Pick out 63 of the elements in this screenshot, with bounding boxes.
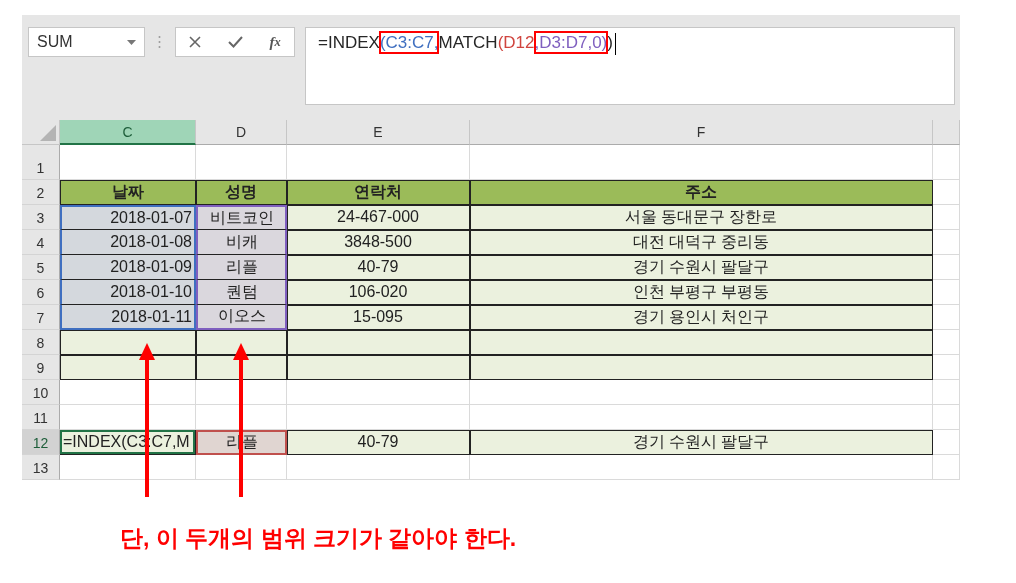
table-cell[interactable]: 2018-01-10 — [60, 280, 196, 305]
table-cell[interactable]: 날짜 — [60, 180, 196, 205]
caret-icon — [127, 39, 136, 45]
column-header[interactable]: E — [287, 120, 470, 145]
grip-icon — [158, 35, 161, 49]
table-cell[interactable]: 주소 — [470, 180, 933, 205]
table-cell[interactable]: 2018-01-11 — [60, 305, 196, 330]
table-cell[interactable]: 15-095 — [287, 305, 470, 330]
table-cell[interactable]: 경기 수원시 팔달구 — [470, 430, 933, 455]
table-cell[interactable] — [287, 330, 470, 355]
column-header[interactable] — [933, 120, 960, 145]
table-cell[interactable]: 24-467-000 — [287, 205, 470, 230]
row-header[interactable]: 4 — [22, 230, 60, 255]
table-cell[interactable]: 비트코인 — [196, 205, 287, 230]
table-cell[interactable]: 106-020 — [287, 280, 470, 305]
column-header[interactable]: D — [196, 120, 287, 145]
table-cell[interactable] — [287, 355, 470, 380]
table-cell[interactable]: 2018-01-08 — [60, 230, 196, 255]
row-header[interactable]: 7 — [22, 305, 60, 330]
row-header[interactable]: 10 — [22, 380, 60, 405]
table-cell[interactable]: 2018-01-07 — [60, 205, 196, 230]
close-icon — [189, 36, 202, 48]
row-header[interactable]: 9 — [22, 355, 60, 380]
table-cell[interactable]: 3848-500 — [287, 230, 470, 255]
table-cell[interactable]: 서울 동대문구 장한로 — [470, 205, 933, 230]
table-cell[interactable]: 리플 — [196, 255, 287, 280]
table-cell[interactable]: 40-79 — [287, 430, 470, 455]
table-cell[interactable] — [60, 355, 196, 380]
select-all-corner[interactable] — [22, 120, 60, 145]
table-cell[interactable]: 퀀텀 — [196, 280, 287, 305]
table-cell[interactable]: 2018-01-09 — [60, 255, 196, 280]
column-header[interactable]: F — [470, 120, 933, 145]
table-cell[interactable]: 40-79 — [287, 255, 470, 280]
formula-field[interactable]: =INDEX(C3:C7,MATCH(D12,D3:D7,0)) — [305, 27, 955, 105]
table-cell[interactable] — [60, 330, 196, 355]
table-cell[interactable]: 이오스 — [196, 305, 287, 330]
column-header[interactable]: C — [60, 120, 196, 145]
text-cursor-icon — [614, 33, 616, 55]
checkmark-icon — [227, 36, 243, 48]
table-cell[interactable]: 성명 — [196, 180, 287, 205]
triangle-icon — [40, 125, 56, 141]
row-header[interactable]: 8 — [22, 330, 60, 355]
table-cell[interactable]: 경기 수원시 팔달구 — [470, 255, 933, 280]
row-header[interactable]: 1 — [22, 145, 60, 180]
table-cell[interactable] — [196, 330, 287, 355]
name-box[interactable]: SUM — [28, 27, 145, 57]
formula-text: =INDEX(C3:C7,MATCH(D12,D3:D7,0)) — [318, 31, 613, 55]
table-cell[interactable]: 연락처 — [287, 180, 470, 205]
row-header[interactable]: 6 — [22, 280, 60, 305]
table-cell[interactable] — [470, 355, 933, 380]
table-cell[interactable] — [196, 355, 287, 380]
row-header[interactable]: 2 — [22, 180, 60, 205]
row-header[interactable]: 13 — [22, 455, 60, 480]
row-header[interactable]: 3 — [22, 205, 60, 230]
table-cell[interactable]: 인천 부평구 부평동 — [470, 280, 933, 305]
row-header[interactable]: 12 — [22, 430, 60, 455]
table-cell[interactable]: 경기 용인시 처인구 — [470, 305, 933, 330]
annotation-caption: 단, 이 두개의 범위 크기가 같아야 한다. — [120, 524, 518, 553]
row-header[interactable]: 11 — [22, 405, 60, 430]
table-cell[interactable]: 대전 대덕구 중리동 — [470, 230, 933, 255]
row-header[interactable]: 5 — [22, 255, 60, 280]
table-cell[interactable] — [470, 330, 933, 355]
table-cell[interactable]: 비캐 — [196, 230, 287, 255]
